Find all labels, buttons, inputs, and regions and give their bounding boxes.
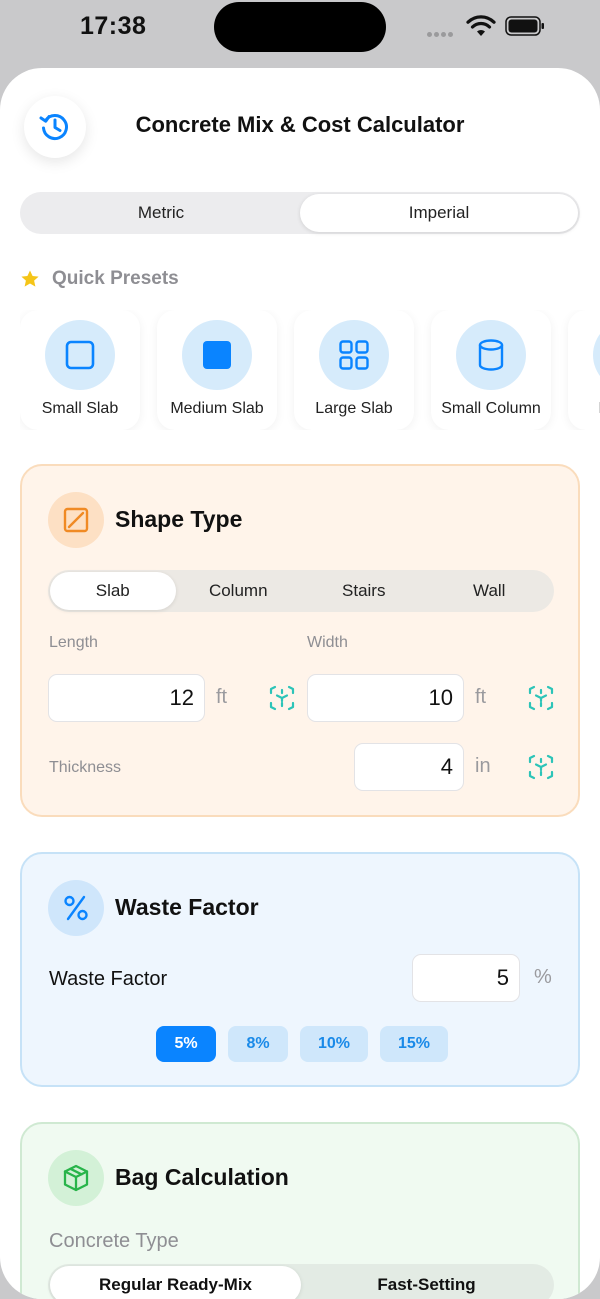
- preset-medium-slab[interactable]: Medium Slab: [157, 310, 277, 430]
- thickness-unit: in: [475, 755, 491, 777]
- preset-large-column[interactable]: Lar: [568, 310, 600, 430]
- shape-option-slab[interactable]: Slab: [50, 572, 176, 610]
- waste-chip-8[interactable]: 8%: [228, 1026, 288, 1062]
- length-input[interactable]: [48, 674, 205, 722]
- cylinder-icon: [478, 339, 504, 371]
- thickness-input[interactable]: [354, 743, 464, 791]
- bag-icon-badge: [48, 1150, 104, 1206]
- preset-label: Large Slab: [315, 400, 393, 417]
- percent-icon: [64, 895, 88, 921]
- battery-icon: [505, 16, 544, 36]
- shape-option-column[interactable]: Column: [176, 572, 302, 610]
- thickness-label: Thickness: [49, 759, 122, 776]
- shape-type-title: Shape Type: [115, 506, 243, 532]
- waste-icon-badge: [48, 880, 104, 936]
- grid-icon: [339, 340, 369, 370]
- ar-measure-icon[interactable]: [528, 754, 554, 780]
- preset-carousel[interactable]: Small Slab Medium Slab Large Slab Small …: [20, 310, 600, 430]
- waste-chip-group: 5% 8% 10% 15%: [156, 1026, 460, 1062]
- waste-factor-card: Waste Factor Waste Factor % 5% 8% 10% 15…: [20, 852, 580, 1087]
- width-label: Width: [307, 634, 348, 651]
- ar-measure-icon[interactable]: [528, 685, 554, 711]
- waste-factor-unit: %: [534, 966, 552, 988]
- unit-toggle: Metric Imperial: [20, 192, 580, 234]
- calculator-sheet: Concrete Mix & Cost Calculator Metric Im…: [0, 68, 600, 1299]
- concrete-type-fast-setting[interactable]: Fast-Setting: [301, 1266, 552, 1299]
- square-filled-icon: [203, 341, 231, 369]
- wifi-icon: [466, 15, 496, 36]
- square-outline-icon: [65, 340, 95, 370]
- waste-chip-10[interactable]: 10%: [300, 1026, 368, 1062]
- bag-calculation-title: Bag Calculation: [115, 1164, 289, 1190]
- cellular-signal-icon: [427, 24, 457, 37]
- unit-option-metric[interactable]: Metric: [22, 194, 300, 232]
- preset-small-slab[interactable]: Small Slab: [20, 310, 140, 430]
- waste-factor-title: Waste Factor: [115, 894, 259, 920]
- quick-presets-header: Quick Presets: [20, 268, 179, 290]
- preset-label: Lar: [540, 400, 600, 418]
- app-title: Concrete Mix & Cost Calculator: [135, 112, 465, 137]
- width-input[interactable]: [307, 674, 464, 722]
- length-label: Length: [49, 634, 98, 651]
- concrete-type-label: Concrete Type: [49, 1230, 179, 1252]
- shape-option-wall[interactable]: Wall: [427, 572, 553, 610]
- cube-icon: [63, 1164, 89, 1192]
- concrete-type-selector: Regular Ready-Mix Fast-Setting: [48, 1264, 554, 1299]
- status-time: 17:38: [80, 12, 147, 40]
- square-slash-icon: [63, 507, 89, 533]
- waste-chip-15[interactable]: 15%: [380, 1026, 448, 1062]
- ar-measure-icon[interactable]: [269, 685, 295, 711]
- shape-selector: Slab Column Stairs Wall: [48, 570, 554, 612]
- dynamic-island: [214, 2, 386, 52]
- status-bar: 17:38: [0, 0, 600, 60]
- star-icon: [21, 270, 39, 287]
- unit-option-imperial[interactable]: Imperial: [300, 194, 578, 232]
- waste-factor-label: Waste Factor: [49, 968, 168, 990]
- shape-icon-badge: [48, 492, 104, 548]
- length-unit: ft: [216, 686, 228, 708]
- waste-chip-5[interactable]: 5%: [156, 1026, 216, 1062]
- preset-large-slab[interactable]: Large Slab: [294, 310, 414, 430]
- bag-calculation-card: Bag Calculation Concrete Type Regular Re…: [20, 1122, 580, 1299]
- shape-option-stairs[interactable]: Stairs: [301, 572, 427, 610]
- preset-label: Medium Slab: [170, 400, 264, 417]
- waste-factor-input[interactable]: [412, 954, 520, 1002]
- preset-label: Small Slab: [41, 400, 119, 417]
- shape-type-card: Shape Type Slab Column Stairs Wall Lengt…: [20, 464, 580, 817]
- width-unit: ft: [475, 686, 487, 708]
- preset-small-column[interactable]: Small Column: [431, 310, 551, 430]
- concrete-type-regular[interactable]: Regular Ready-Mix: [50, 1266, 301, 1299]
- quick-presets-title: Quick Presets: [52, 268, 179, 289]
